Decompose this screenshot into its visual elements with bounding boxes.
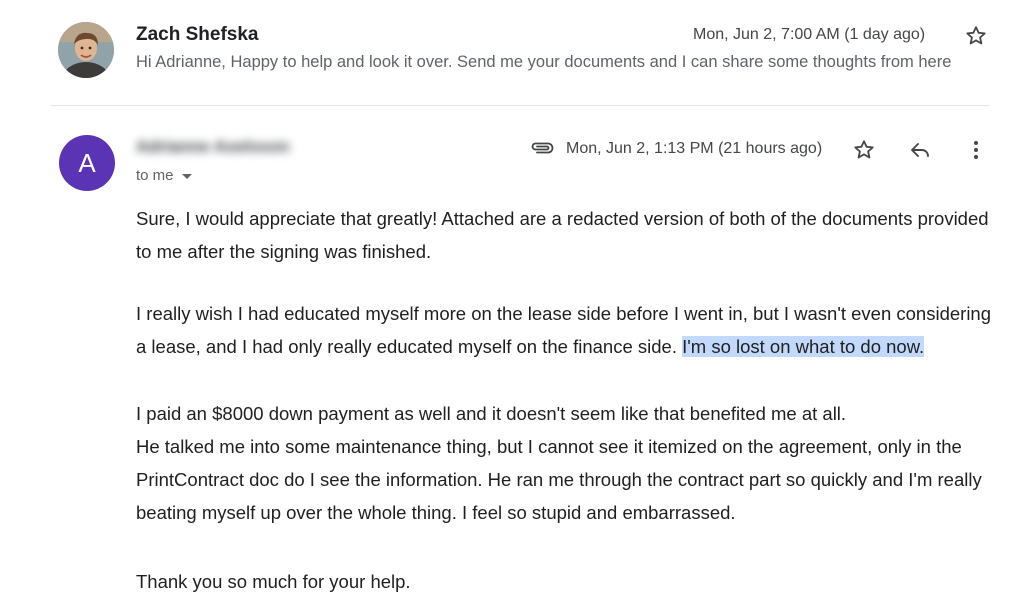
- sender-avatar-photo[interactable]: [58, 22, 114, 78]
- body-text-plain: a lease, and I had only really educated …: [136, 336, 683, 357]
- sender-name-redacted: Adrianne Axelsson: [136, 137, 290, 156]
- body-paragraph-4: Thank you so much for your help.: [136, 565, 996, 598]
- body-line: beating myself up over the whole thing. …: [136, 502, 736, 523]
- profile-photo-icon: [58, 22, 114, 78]
- body-line: to me after the signing was finished.: [136, 241, 432, 262]
- body-line: PrintContract doc do I see the informati…: [136, 469, 982, 490]
- star-icon[interactable]: [852, 138, 876, 162]
- body-line: I paid an $8000 down payment as well and…: [136, 403, 847, 424]
- body-paragraph-3: I paid an $8000 down payment as well and…: [136, 397, 996, 529]
- reply-icon[interactable]: [908, 138, 932, 162]
- recipient-label: to me: [136, 167, 174, 184]
- recipient-details-toggle[interactable]: to me: [136, 167, 192, 184]
- star-icon[interactable]: [964, 24, 988, 48]
- message-date: Mon, Jun 2, 1:13 PM (21 hours ago): [566, 140, 823, 157]
- body-line: Sure, I would appreciate that greatly! A…: [136, 208, 989, 229]
- body-paragraph-2: I really wish I had educated myself more…: [136, 297, 996, 363]
- message-date: Mon, Jun 2, 7:00 AM (1 day ago): [693, 26, 926, 43]
- message-snippet[interactable]: Hi Adrianne, Happy to help and look it o…: [136, 53, 988, 72]
- sender-avatar[interactable]: A: [59, 135, 115, 191]
- body-line: I really wish I had educated myself more…: [136, 303, 992, 324]
- body-line: He talked me into some maintenance thing…: [136, 436, 962, 457]
- highlighted-selection: I'm so lost on what to do now.: [682, 336, 925, 357]
- body-line: Thank you so much for your help.: [136, 571, 411, 592]
- divider: [50, 105, 990, 106]
- body-paragraph-1: Sure, I would appreciate that greatly! A…: [136, 202, 996, 268]
- more-options-icon[interactable]: [964, 138, 988, 162]
- body-line: a lease, and I had only really educated …: [136, 330, 996, 363]
- sender-name: Zach Shefska: [136, 24, 259, 45]
- attachment-icon: [528, 138, 556, 158]
- chevron-down-icon: [181, 173, 192, 179]
